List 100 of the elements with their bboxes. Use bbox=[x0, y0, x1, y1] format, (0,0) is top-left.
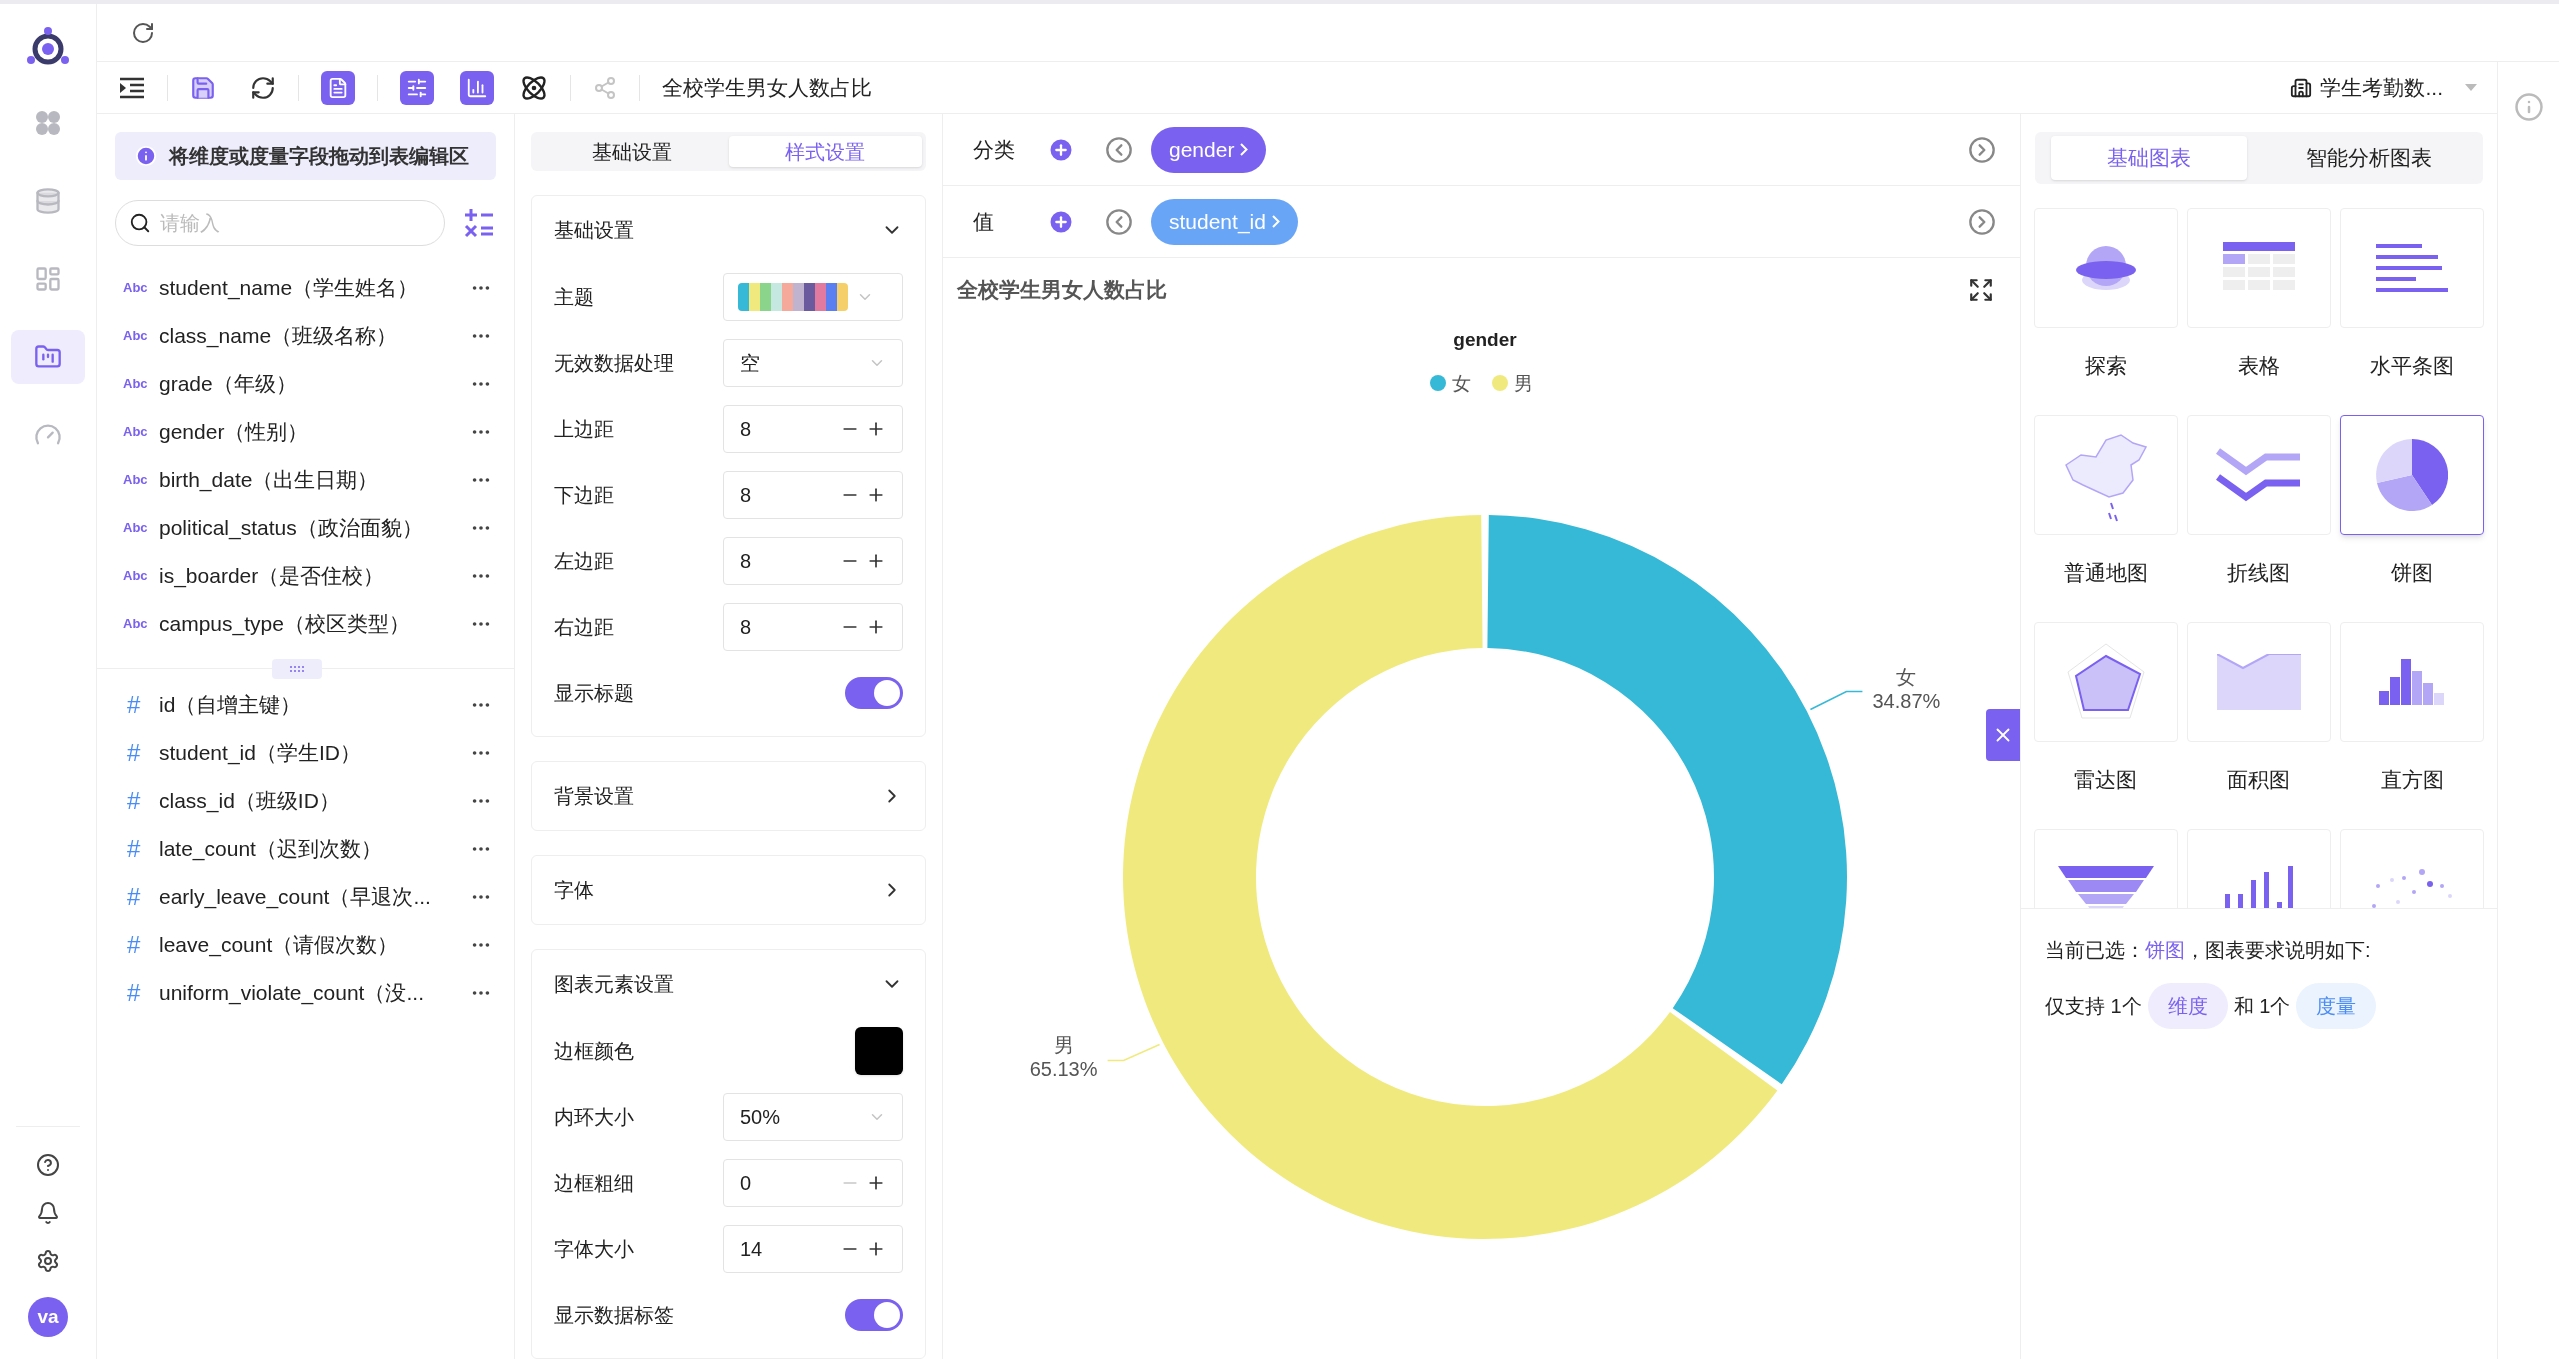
folder-chart-icon bbox=[34, 343, 62, 371]
dimension-field[interactable]: Abc political_status（政治面貌） bbox=[97, 504, 514, 552]
bell-icon[interactable] bbox=[36, 1201, 60, 1225]
dimension-field[interactable]: Abc student_name（学生姓名） bbox=[97, 264, 514, 312]
theme-select[interactable] bbox=[723, 273, 903, 321]
chart-button[interactable] bbox=[460, 70, 494, 105]
text-type-tag: Abc bbox=[123, 566, 159, 586]
section-header[interactable]: 图表元素设置 bbox=[554, 950, 903, 1018]
section-header[interactable]: 基础设置 bbox=[554, 196, 903, 264]
shelf-label: 值 bbox=[973, 208, 995, 235]
calculator-icon[interactable] bbox=[463, 208, 495, 238]
legend-label[interactable]: 男 bbox=[1514, 373, 1533, 394]
requirement-text: 仅支持 1个 bbox=[2045, 994, 2142, 1019]
settings-icon[interactable] bbox=[36, 1249, 60, 1273]
text-type-tag: Abc bbox=[123, 326, 159, 346]
field-name: class_id（班级ID） bbox=[159, 788, 341, 815]
measure-field[interactable]: # leave_count（请假次数） bbox=[97, 921, 514, 969]
chevron-right-icon bbox=[1240, 143, 1249, 156]
dimension-field[interactable]: Abc class_name（班级名称） bbox=[97, 312, 514, 360]
dimension-field[interactable]: Abc grade（年级） bbox=[97, 360, 514, 408]
document-icon bbox=[327, 76, 349, 99]
field-name: is_boarder（是否住校） bbox=[159, 563, 386, 590]
setting-label: 上边距 bbox=[554, 417, 614, 442]
selection-info: 当前已选：饼图，图表要求说明如下: bbox=[2045, 938, 2372, 963]
column-chart-icon bbox=[2225, 866, 2293, 908]
number-type-tag: # bbox=[123, 687, 159, 723]
reload-icon[interactable] bbox=[131, 20, 155, 45]
info-icon bbox=[135, 145, 157, 167]
number-type-tag: # bbox=[123, 783, 159, 819]
chart-type-label: 普通地图 bbox=[2063, 560, 2148, 586]
dimension-field[interactable]: Abc gender（性别） bbox=[97, 408, 514, 456]
scroll-left-icon[interactable] bbox=[1105, 135, 1133, 164]
field-name: late_count（迟到次数） bbox=[159, 836, 383, 863]
fullscreen-icon[interactable] bbox=[1968, 277, 1994, 303]
scroll-left-icon[interactable] bbox=[1105, 207, 1133, 236]
dimension-field[interactable]: Abc birth_date（出生日期） bbox=[97, 456, 514, 504]
user-avatar[interactable]: va bbox=[28, 1297, 68, 1337]
field-name: id（自增主键） bbox=[159, 692, 303, 719]
measure-field[interactable]: # class_id（班级ID） bbox=[97, 777, 514, 825]
sliders-icon bbox=[406, 76, 428, 99]
nav-item[interactable] bbox=[11, 330, 85, 384]
chart-type-tab[interactable]: 智能分析图表 bbox=[2271, 136, 2467, 180]
settings-tab[interactable]: 样式设置 bbox=[728, 136, 922, 167]
chart-type-label: 表格 bbox=[2238, 353, 2280, 379]
scroll-right-icon[interactable] bbox=[1968, 135, 1996, 164]
setting-label: 右边距 bbox=[554, 615, 614, 640]
notice-text: 将维度或度量字段拖动到表编辑区 bbox=[169, 144, 469, 169]
indent-icon[interactable] bbox=[119, 76, 145, 99]
measure-field[interactable]: # uniform_violate_count（没... bbox=[97, 969, 514, 1017]
field-name: leave_count（请假次数） bbox=[159, 932, 400, 959]
toggle-switch[interactable] bbox=[845, 1299, 903, 1331]
chart-type-card[interactable] bbox=[2340, 415, 2485, 535]
measure-field[interactable]: # early_leave_count（早退次... bbox=[97, 873, 514, 921]
horizontal-bars-icon bbox=[2376, 244, 2449, 292]
chart-type-label: 饼图 bbox=[2391, 560, 2434, 586]
save-icon[interactable] bbox=[190, 74, 216, 101]
text-type-tag: Abc bbox=[123, 374, 159, 394]
data-view-button[interactable] bbox=[321, 70, 355, 105]
selected-chart-link[interactable]: 饼图 bbox=[2145, 939, 2185, 961]
setting-label: 下边距 bbox=[554, 483, 614, 508]
select-field[interactable]: 50% bbox=[723, 1093, 903, 1141]
setting-label: 主题 bbox=[554, 285, 594, 310]
measure-field[interactable]: # student_id（学生ID） bbox=[97, 729, 514, 777]
section-header[interactable]: 背景设置 bbox=[554, 762, 903, 830]
field-name: student_id（学生ID） bbox=[159, 740, 362, 767]
select-field[interactable]: 空 bbox=[723, 339, 903, 387]
close-panel-button[interactable] bbox=[1986, 709, 2020, 761]
search-field[interactable]: 请输入 bbox=[115, 200, 445, 246]
dimension-field[interactable]: Abc is_boarder（是否住校） bbox=[97, 552, 514, 600]
help-icon[interactable] bbox=[36, 1153, 60, 1177]
color-swatch[interactable] bbox=[855, 1027, 903, 1075]
setting-label: 内环大小 bbox=[554, 1105, 634, 1130]
field-name: campus_type（校区类型） bbox=[159, 611, 411, 638]
setting-label: 边框粗细 bbox=[554, 1171, 634, 1196]
legend-label[interactable]: 女 bbox=[1452, 373, 1471, 394]
chart-title: 全校学生男女人数占比 bbox=[957, 277, 1167, 304]
section-header[interactable]: 字体 bbox=[554, 856, 903, 924]
chevron-right-icon bbox=[1271, 215, 1280, 228]
toggle-switch[interactable] bbox=[845, 677, 903, 709]
histogram-icon bbox=[2379, 659, 2446, 705]
chart-type-label: 探索 bbox=[2084, 353, 2127, 379]
chart-type-label: 折线图 bbox=[2227, 560, 2291, 586]
refresh-icon[interactable] bbox=[250, 74, 276, 101]
bar-chart-icon bbox=[466, 76, 488, 99]
chart-type-label: 雷达图 bbox=[2074, 767, 2138, 793]
chart-type-tab[interactable]: 基础图表 bbox=[2051, 136, 2247, 180]
measure-field[interactable]: # id（自增主键） bbox=[97, 681, 514, 729]
measure-field[interactable]: # late_count（迟到次数） bbox=[97, 825, 514, 873]
field-pill[interactable]: gender bbox=[1151, 126, 1267, 173]
config-button[interactable] bbox=[400, 70, 434, 105]
leader-line bbox=[1106, 1043, 1161, 1062]
settings-tab[interactable]: 基础设置 bbox=[535, 136, 729, 167]
dimension-field[interactable]: Abc campus_type（校区类型） bbox=[97, 600, 514, 648]
dataset-select[interactable]: 学生考勤数... bbox=[2290, 71, 2477, 104]
number-type-tag: # bbox=[123, 879, 159, 915]
atom-icon[interactable] bbox=[520, 73, 548, 102]
scroll-right-icon[interactable] bbox=[1968, 207, 1996, 236]
field-name: grade（年级） bbox=[159, 371, 298, 398]
split-handle[interactable] bbox=[272, 659, 322, 679]
number-type-tag: # bbox=[123, 975, 159, 1011]
